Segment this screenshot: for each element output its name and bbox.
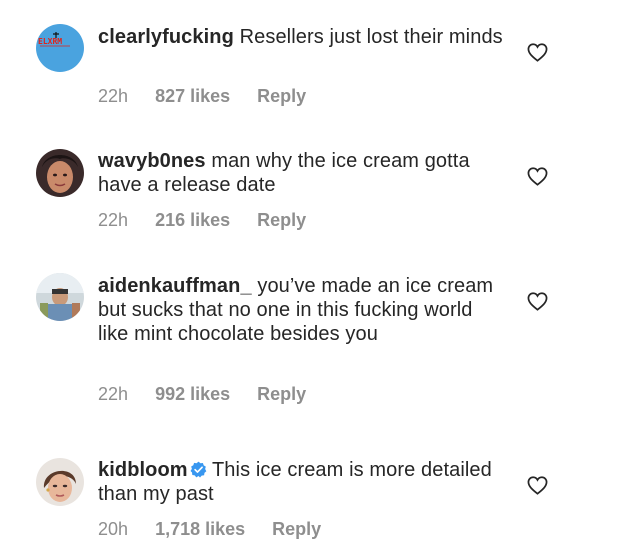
comment-timestamp: 22h xyxy=(98,384,129,404)
comment-text-block: wavyb0nes man why the ice cream gotta ha… xyxy=(98,149,508,197)
reply-button[interactable]: Reply xyxy=(257,210,306,230)
comment-text: Resellers just lost their minds xyxy=(239,26,503,48)
heart-outline-icon[interactable] xyxy=(527,476,548,495)
heart-outline-icon[interactable] xyxy=(527,167,548,186)
reply-button[interactable]: Reply xyxy=(257,86,306,106)
comment-meta: 22h 216 likes Reply xyxy=(98,210,328,231)
comment-text-block: clearlyfucking Resellers just lost their… xyxy=(98,25,508,49)
avatar-image xyxy=(36,273,84,321)
comment-username[interactable]: kidbloom xyxy=(98,459,188,481)
avatar-image xyxy=(36,458,84,506)
comment-like-count[interactable]: 216 likes xyxy=(155,210,230,230)
comment-meta: 20h 1,718 likes Reply xyxy=(98,519,343,540)
comment-timestamp: 20h xyxy=(98,519,129,539)
comment-text-block: kidbloom This ice cream is more detailed… xyxy=(98,458,508,506)
comment-username[interactable]: aidenkauffman_ xyxy=(98,275,252,297)
reply-button[interactable]: Reply xyxy=(257,384,306,404)
comment-meta: 22h 827 likes Reply xyxy=(98,86,328,107)
comment-like-count[interactable]: 992 likes xyxy=(155,384,230,404)
heart-outline-icon[interactable] xyxy=(527,43,548,62)
heart-outline-icon[interactable] xyxy=(527,292,548,311)
avatar-image: ELXRM xyxy=(36,24,84,72)
comment-like-count[interactable]: 827 likes xyxy=(155,86,230,106)
comment-timestamp: 22h xyxy=(98,210,129,230)
comment-username[interactable]: wavyb0nes xyxy=(98,150,206,172)
comment-username[interactable]: clearlyfucking xyxy=(98,26,234,48)
avatar[interactable] xyxy=(36,458,84,506)
comment-timestamp: 22h xyxy=(98,86,129,106)
avatar[interactable] xyxy=(36,273,84,321)
comment-like-count[interactable]: 1,718 likes xyxy=(155,519,245,539)
reply-button[interactable]: Reply xyxy=(272,519,321,539)
verified-badge-icon xyxy=(190,461,207,478)
avatar[interactable]: ELXRM xyxy=(36,24,84,72)
avatar[interactable] xyxy=(36,149,84,197)
comment-meta: 22h 992 likes Reply xyxy=(98,384,328,405)
avatar-logo-text: ELXRM xyxy=(38,37,62,46)
avatar-image xyxy=(36,149,84,197)
comment-text-block: aidenkauffman_ you’ve made an ice cream … xyxy=(98,274,508,346)
